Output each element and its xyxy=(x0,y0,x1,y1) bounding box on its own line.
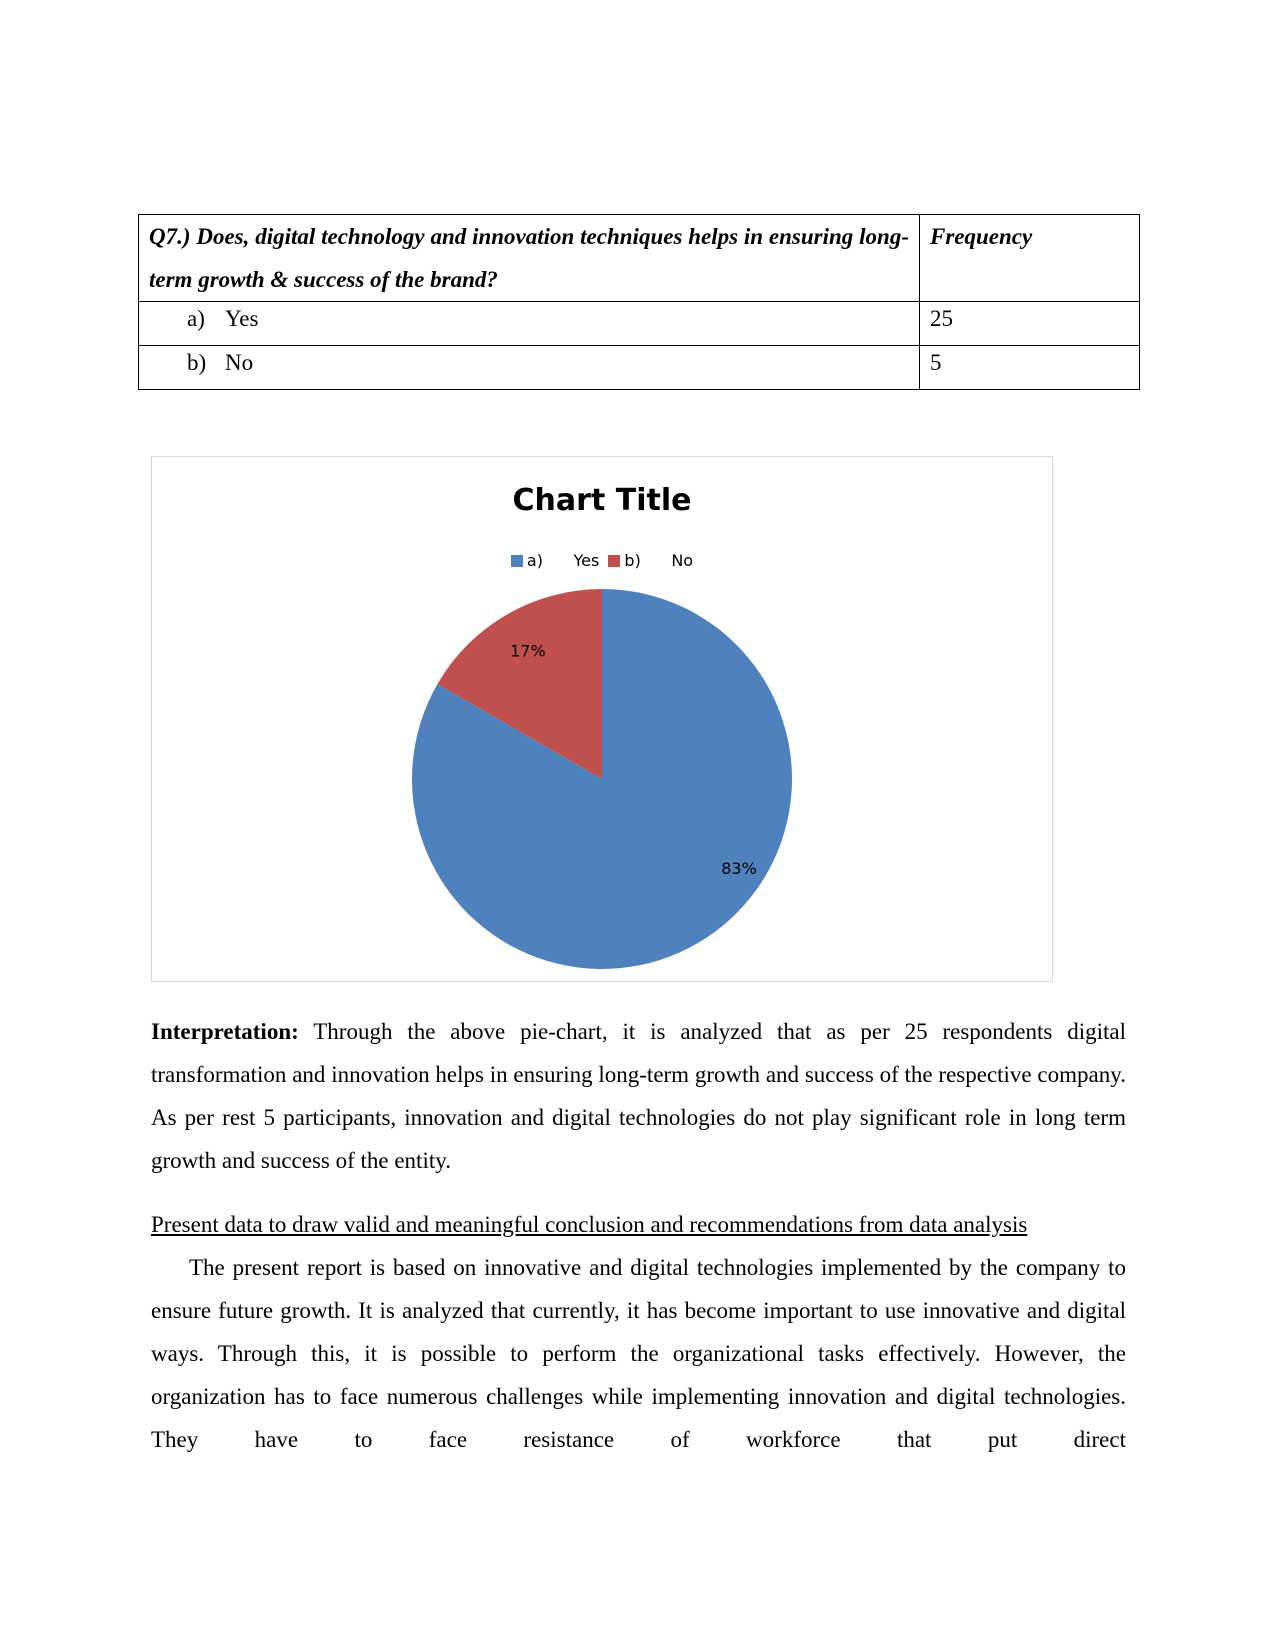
pie-plot-area: 83% 17% xyxy=(411,589,792,969)
option-label: No xyxy=(225,350,254,375)
option-label: Yes xyxy=(225,306,259,331)
pie-chart: 83% 17% Chart Title a) Yes b) No xyxy=(151,456,1053,982)
frequency-value: 25 xyxy=(919,301,1140,346)
legend-item-no: b) No xyxy=(608,551,693,570)
frequency-header: Frequency xyxy=(919,214,1140,302)
table-header-row: Q7.) Does, digital technology and innova… xyxy=(138,214,1140,302)
chart-legend: a) Yes b) No xyxy=(152,551,1052,570)
option-cell: b) No xyxy=(138,345,920,390)
slice-label-no: 17% xyxy=(510,642,546,661)
interpretation-label: Interpretation: xyxy=(151,1019,299,1044)
table-row: b) No 5 xyxy=(138,345,1140,390)
table-row: a) Yes 25 xyxy=(138,301,1140,346)
section-heading: Present data to draw valid and meaningfu… xyxy=(151,1212,1028,1237)
option-letter: b) xyxy=(187,350,207,375)
frequency-value: 5 xyxy=(919,345,1140,390)
legend-swatch xyxy=(510,555,523,567)
legend-swatch xyxy=(608,555,621,567)
legend-label: a) Yes xyxy=(526,551,600,570)
question-cell: Q7.) Does, digital technology and innova… xyxy=(138,214,920,302)
interpretation-paragraph: Interpretation: Through the above pie-ch… xyxy=(151,1010,1126,1182)
legend-item-yes: a) Yes xyxy=(510,551,600,570)
chart-title: Chart Title xyxy=(512,483,692,518)
body-paragraph: The present report is based on innovativ… xyxy=(151,1255,1126,1452)
option-cell: a) Yes xyxy=(138,301,920,346)
slice-label-yes: 83% xyxy=(721,859,757,878)
legend-label: b) No xyxy=(624,551,694,570)
survey-table: Q7.) Does, digital technology and innova… xyxy=(138,214,1140,390)
option-letter: a) xyxy=(187,306,205,331)
